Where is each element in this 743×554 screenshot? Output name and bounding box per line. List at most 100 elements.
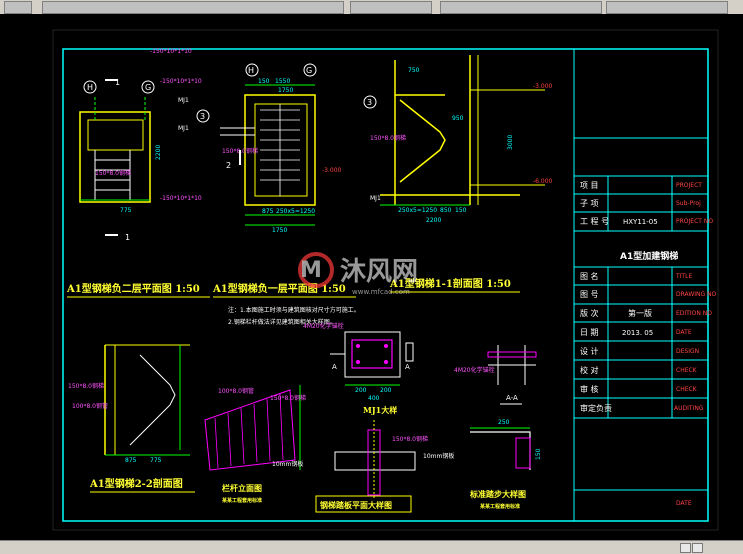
dim-750-a: 750: [408, 67, 420, 74]
section-mark-a-1: A: [332, 363, 337, 371]
toolbar-segment[interactable]: [4, 1, 32, 14]
tb-label-project: 项 目: [580, 181, 599, 190]
dim-775-b: 775: [150, 457, 162, 464]
title-second-floor-plan: A1型钢梯负二层平面图 1:50: [66, 282, 200, 295]
title-mj1: MJ1大样: [363, 405, 397, 415]
label-m1-d: 150*8.0钢梯: [68, 382, 104, 390]
layer-dropdown[interactable]: [42, 1, 344, 14]
tb-label-drawno: 图 号: [580, 290, 599, 299]
axis-3-b: 3: [367, 98, 372, 107]
status-bar: [0, 540, 743, 554]
dim-875-a: 875: [262, 208, 274, 215]
section-mark-1-bottom: 1: [125, 233, 130, 242]
title-block: [573, 49, 708, 521]
tb-label-review: 审 核: [580, 384, 599, 394]
mj1-detail: A A 200 200 400 4M20化学锚栓 MJ1大样: [303, 322, 414, 415]
label-m5-a: 10mm钢板: [272, 460, 303, 468]
label-m4-a: 4M20化学锚栓: [303, 322, 344, 330]
dim-950-a: 950: [452, 115, 464, 122]
cad-drawing: 项 目 PROJECT 子 项 Sub-Proj 工 程 号 HXY11-05 …: [52, 29, 719, 531]
level-6000-a: -6.000: [533, 178, 553, 185]
section-mark-2-a: 2: [226, 161, 231, 170]
label-m1-e: 150*8.0钢梯: [270, 394, 306, 402]
label-m4-b: 4M20化学锚栓: [454, 366, 495, 374]
dim-250x5-b: 250x5=1250: [398, 207, 437, 214]
tb-label-design: 设 计: [580, 346, 599, 356]
dim-875-b: 875: [125, 457, 137, 464]
label-m6-a: 100*8.0钢管: [72, 402, 108, 410]
section-mark-a-2: A: [405, 363, 410, 371]
tb-en-check: CHECK: [676, 367, 698, 374]
dim-150-a: 150: [258, 78, 270, 85]
label-mj1-a: MJ1: [178, 97, 189, 104]
tb-en-design: DESIGN: [676, 348, 699, 355]
watermark-text: 沐风网: [340, 257, 418, 287]
tb-en-review: CHECK: [676, 386, 698, 393]
tb-en-title: TITLE: [675, 273, 692, 280]
tb-label-title: 图 名: [580, 271, 599, 281]
title-step: 标准踏步大样图: [469, 489, 526, 499]
scroll-left-button[interactable]: [680, 543, 691, 553]
dim-775-a: 775: [120, 207, 132, 214]
tb-label-audit: 审定负责: [580, 403, 612, 413]
label-m1-c: 150*8.0钢梯: [370, 134, 406, 142]
label-m6-b: 100*8.0钢管: [218, 387, 254, 395]
tb-drawing-title: A1型加建钢梯: [620, 250, 678, 262]
svg-text:M: M: [300, 258, 322, 283]
second-floor-plan: H G 1 1 775 -150*10*1*10 -150*10*1*10 MJ…: [79, 48, 210, 242]
tb-edition-value: 第一版: [628, 308, 652, 318]
label-m5-b: 10mm钢板: [423, 452, 454, 460]
title-tread-plan: 钢梯踏板平面大样图: [320, 500, 392, 510]
dim-2200-a: 2200: [155, 145, 162, 160]
railing-elevation: 100*8.0钢管 150*8.0钢梯 栏杆立面图 某某工程套用标准 10mm钢…: [204, 385, 306, 504]
axis-3-a: 3: [200, 112, 205, 121]
linetype-dropdown[interactable]: [440, 1, 602, 14]
level-3000-b: -3.000: [533, 83, 553, 90]
subtitle-step: 某某工程套用标准: [479, 503, 520, 510]
dim-150-b: 150: [455, 207, 467, 214]
dim-400-a: 400: [368, 395, 380, 402]
tb-en-drawno: DRAWING NO: [676, 291, 717, 298]
title-section-2-2: A1型钢梯2-2剖面图: [89, 477, 183, 490]
axis-h-1: H: [87, 83, 93, 92]
drawing-canvas[interactable]: 项 目 PROJECT 子 项 Sub-Proj 工 程 号 HXY11-05 …: [0, 14, 743, 540]
label-m1-f: 150*8.0钢梯: [392, 435, 428, 443]
title-section-aa: A-A: [506, 394, 518, 402]
color-dropdown[interactable]: [350, 1, 432, 14]
dim-1550-a: 1550: [275, 78, 290, 85]
tb-en-date: DATE: [676, 329, 692, 336]
label-mj1-b: MJ1: [178, 125, 189, 132]
dim-2200-b: 2200: [426, 217, 441, 224]
dim-200-b: 200: [380, 387, 392, 394]
axis-g-1: G: [145, 83, 151, 92]
tb-label-subproj: 子 项: [580, 199, 599, 208]
tb-en-subproj: Sub-Proj: [676, 200, 701, 207]
dim-250-a: 250: [498, 419, 510, 426]
aa-detail: 4M20化学锚栓 A-A: [454, 345, 537, 405]
scroll-right-button[interactable]: [692, 543, 703, 553]
lineweight-dropdown[interactable]: [606, 1, 728, 14]
subtitle-railing: 某某工程套用标准: [221, 497, 262, 504]
title-block-text: 项 目 PROJECT 子 项 Sub-Proj 工 程 号 HXY11-05 …: [580, 181, 717, 507]
tb-date-value: 2013. 05: [622, 329, 653, 337]
dim-250x5-a: 250x5=1250: [276, 208, 315, 215]
title-railing: 栏杆立面图: [222, 483, 262, 493]
section-1-1: -3.000 -6.000 250x5=1250 850 150 2200 75…: [363, 55, 553, 224]
level-3000-a: -3.000: [322, 167, 342, 174]
tread-plan-detail: 150*8.0钢梯 钢梯踏板平面大样图: [315, 420, 428, 513]
axis-h-2: H: [248, 66, 254, 75]
tb-en-date2: DATE: [676, 500, 692, 507]
tb-projno-value: HXY11-05: [623, 218, 658, 226]
watermark-url: www.mfcad.com: [352, 288, 410, 296]
tb-en-audit: AUDITING: [674, 405, 704, 412]
label-m3-a: -150*10*1*10: [150, 48, 192, 55]
tb-label-projno: 工 程 号: [580, 217, 609, 226]
dim-3000-a: 3000: [507, 135, 514, 150]
step-detail: 250 150 10mm钢板 标准踏步大样图 某某工程套用标准: [423, 419, 542, 510]
dim-150-c: 150: [535, 448, 542, 460]
dim-1750-a: 1750: [278, 87, 293, 94]
label-m3-b: -150*10*1*10: [160, 78, 202, 85]
label-m1-a: 150*8.0钢梯: [95, 169, 131, 177]
tb-en-edition: EDITION NO: [676, 310, 712, 317]
tb-label-edition: 版 次: [580, 308, 599, 318]
